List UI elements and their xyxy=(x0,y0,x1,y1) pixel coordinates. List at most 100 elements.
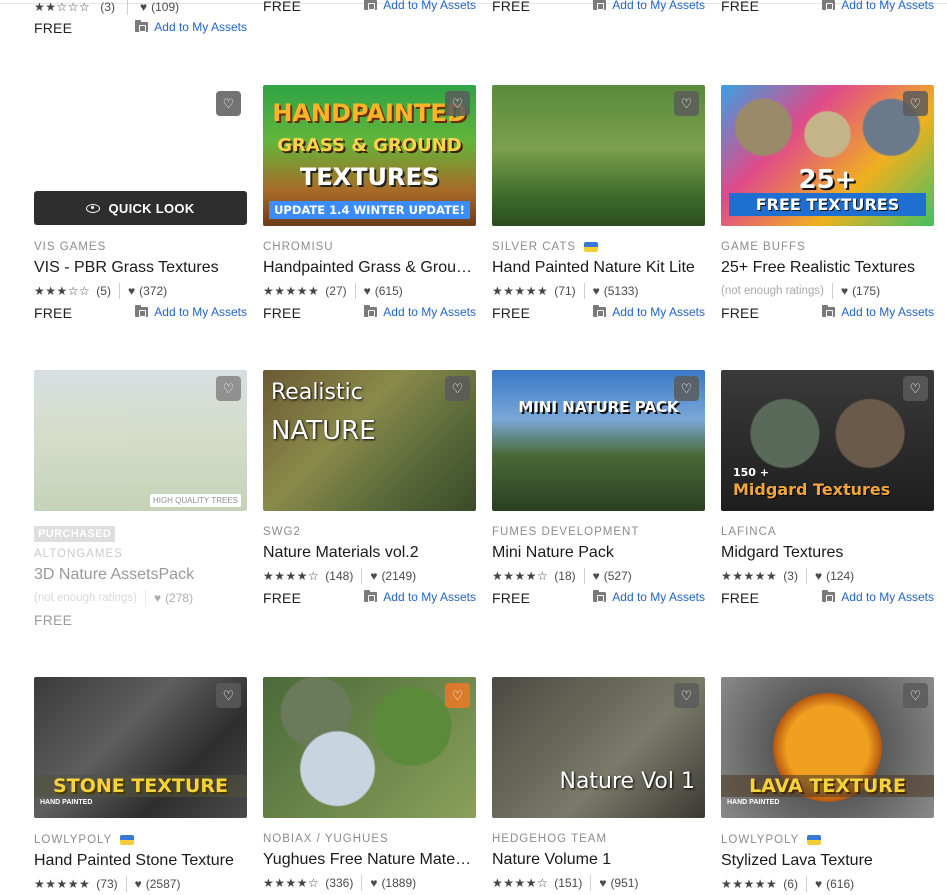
rating-row: ★★★★★ (6) ♥ (616) xyxy=(721,876,934,892)
divider xyxy=(805,876,807,892)
asset-title[interactable]: Hand Painted Nature Kit Lite xyxy=(492,259,705,277)
add-to-assets-link[interactable]: Add to My Assets xyxy=(364,0,476,12)
rating-row: ★★★★★ (73) ♥ (2587) xyxy=(34,876,247,892)
publisher[interactable]: GAME BUFFS xyxy=(721,241,806,253)
publisher[interactable]: ALTONGAMES xyxy=(34,548,123,560)
heart-icon[interactable]: ♡ xyxy=(216,91,241,116)
like-count[interactable]: ♥ (527) xyxy=(593,569,632,583)
like-count[interactable]: ♥ (109) xyxy=(140,0,179,14)
heart-icon[interactable]: ♡ xyxy=(674,683,699,708)
thumbnail[interactable]: Nature Vol 1 ♡ xyxy=(492,677,705,818)
add-to-assets-link[interactable]: Add to My Assets xyxy=(364,305,476,319)
price-row: FREE Add to My Assets xyxy=(34,20,247,38)
add-to-assets-link[interactable]: Add to My Assets xyxy=(593,590,705,604)
thumb-label: TEXTURES xyxy=(299,163,440,191)
add-to-assets-label: Add to My Assets xyxy=(841,0,934,12)
add-to-assets-link[interactable]: Add to My Assets xyxy=(822,590,934,604)
publisher[interactable]: LOWLYPOLY xyxy=(721,834,822,846)
thumbnail[interactable]: Realistic NATURE ♡ xyxy=(263,370,476,511)
add-to-assets-label: Add to My Assets xyxy=(841,305,934,319)
thumbnail[interactable]: HANDPAINTED GRASS & GROUND TEXTURES UPDA… xyxy=(263,85,476,226)
add-to-assets-label: Add to My Assets xyxy=(383,305,476,319)
publisher[interactable]: CHROMISU xyxy=(263,241,334,253)
add-to-assets-link[interactable]: Add to My Assets xyxy=(135,20,247,34)
publisher[interactable]: NOBIAX / YUGHUES xyxy=(263,833,389,845)
thumbnail[interactable]: 150 + Midgard Textures ♡ xyxy=(721,370,934,511)
price: FREE xyxy=(492,305,531,321)
like-count[interactable]: ♥ (2587) xyxy=(135,877,181,891)
asset-title[interactable]: 25+ Free Realistic Textures xyxy=(721,259,934,277)
add-to-assets-link[interactable]: Add to My Assets xyxy=(593,305,705,319)
like-count[interactable]: ♥ (615) xyxy=(364,284,403,298)
thumbnail[interactable]: MINI NATURE PACK ♡ xyxy=(492,370,705,511)
publisher[interactable]: HEDGEHOG TEAM xyxy=(492,833,607,845)
like-count[interactable]: ♥ (5133) xyxy=(593,284,639,298)
rating-stars: ★★★★★ xyxy=(492,284,549,298)
rating-stars: ★★★★★ xyxy=(721,877,778,891)
thumbnail[interactable]: 25+ FREE TEXTURES ♡ xyxy=(721,85,934,226)
quick-look-button[interactable]: QUICK LOOK xyxy=(34,191,247,225)
heart-icon[interactable]: ♡ xyxy=(903,91,928,116)
rating-row: ★★★★☆ (18) ♥ (527) xyxy=(492,568,705,584)
rating-row: (not enough ratings) ♥ (175) xyxy=(721,283,934,299)
heart-icon[interactable]: ♡ xyxy=(445,91,470,116)
like-count[interactable]: ♥ (951) xyxy=(599,876,638,890)
like-count[interactable]: ♥ (124) xyxy=(815,569,854,583)
heart-icon[interactable]: ♡ xyxy=(216,376,241,401)
rating-row: ★★★☆☆ (5) ♥ (372) xyxy=(34,283,247,299)
heart-icon[interactable]: ♡ xyxy=(903,376,928,401)
thumbnail[interactable]: ♡ QUICK LOOK xyxy=(34,85,247,226)
like-count[interactable]: ♥ (2149) xyxy=(370,569,416,583)
heart-icon[interactable]: ♡ xyxy=(216,683,241,708)
asset-title[interactable]: Handpainted Grass & Ground Textures xyxy=(263,259,476,277)
thumb-badge: HAND PAINTED xyxy=(727,799,780,806)
publisher[interactable]: VIS GAMES xyxy=(34,241,106,253)
heart-icon[interactable]: ♡ xyxy=(445,376,470,401)
rating-count: (3) xyxy=(100,0,115,14)
thumb-title: MINI NATURE PACK xyxy=(518,398,679,416)
publisher-name: GAME BUFFS xyxy=(721,241,806,253)
asset-title[interactable]: Yughues Free Nature Materials xyxy=(263,851,476,869)
asset-title[interactable]: Midgard Textures xyxy=(721,544,934,562)
heart-icon: ♥ xyxy=(370,876,378,890)
rating-row: ★★★★☆ (151) ♥ (951) xyxy=(492,875,705,891)
heart-icon[interactable]: ♡ xyxy=(674,376,699,401)
publisher[interactable]: LOWLYPOLY xyxy=(34,834,135,846)
thumb-banner: FREE TEXTURES xyxy=(729,193,926,216)
like-count[interactable]: ♥ (616) xyxy=(815,877,854,891)
publisher[interactable]: FUMES DEVELOPMENT xyxy=(492,526,639,538)
price-row: FREE Add to My Assets xyxy=(492,590,705,608)
heart-icon: ♥ xyxy=(840,284,849,298)
add-to-assets-link[interactable]: Add to My Assets xyxy=(822,305,934,319)
rating-count: (73) xyxy=(96,877,118,891)
publisher[interactable]: LAFINCA xyxy=(721,526,777,538)
publisher[interactable]: SILVER CATS xyxy=(492,241,599,253)
thumbnail[interactable]: ♡ xyxy=(492,85,705,226)
like-count[interactable]: ♥ (372) xyxy=(128,284,167,298)
asset-title[interactable]: Nature Volume 1 xyxy=(492,851,705,869)
asset-title[interactable]: Mini Nature Pack xyxy=(492,544,705,562)
add-to-assets-link[interactable]: Add to My Assets xyxy=(135,305,247,319)
thumbnail[interactable]: HIGH QUALITY TREES ♡ xyxy=(34,370,247,511)
rating-count: (71) xyxy=(554,284,576,298)
publisher[interactable]: SWG2 xyxy=(263,526,301,538)
add-to-assets-link[interactable]: Add to My Assets xyxy=(364,590,476,604)
asset-title[interactable]: Nature Materials vol.2 xyxy=(263,544,476,562)
thumbnail[interactable]: STONE TEXTURE HAND PAINTED ♡ xyxy=(34,677,247,818)
heart-icon[interactable]: ♡ xyxy=(903,683,928,708)
asset-title[interactable]: 3D Nature AssetsPack xyxy=(34,566,247,584)
heart-icon[interactable]: ♡ xyxy=(674,91,699,116)
heart-icon[interactable]: ♡ xyxy=(445,683,470,708)
asset-title[interactable]: Stylized Lava Texture xyxy=(721,852,934,870)
likes-value: (109) xyxy=(151,0,180,14)
thumbnail[interactable]: LAVA TEXTURE HAND PAINTED ♡ xyxy=(721,677,934,818)
like-count[interactable]: ♥ (1889) xyxy=(370,876,416,890)
like-count[interactable]: ♥ (175) xyxy=(841,284,880,298)
add-to-assets-link[interactable]: Add to My Assets xyxy=(593,0,705,12)
add-to-assets-link[interactable]: Add to My Assets xyxy=(822,0,934,12)
thumbnail[interactable]: ♡ xyxy=(263,677,476,818)
asset-title[interactable]: VIS - PBR Grass Textures xyxy=(34,259,247,277)
like-count[interactable]: ♥ (278) xyxy=(154,591,193,605)
price: FREE xyxy=(263,590,302,606)
asset-title[interactable]: Hand Painted Stone Texture xyxy=(34,852,247,870)
